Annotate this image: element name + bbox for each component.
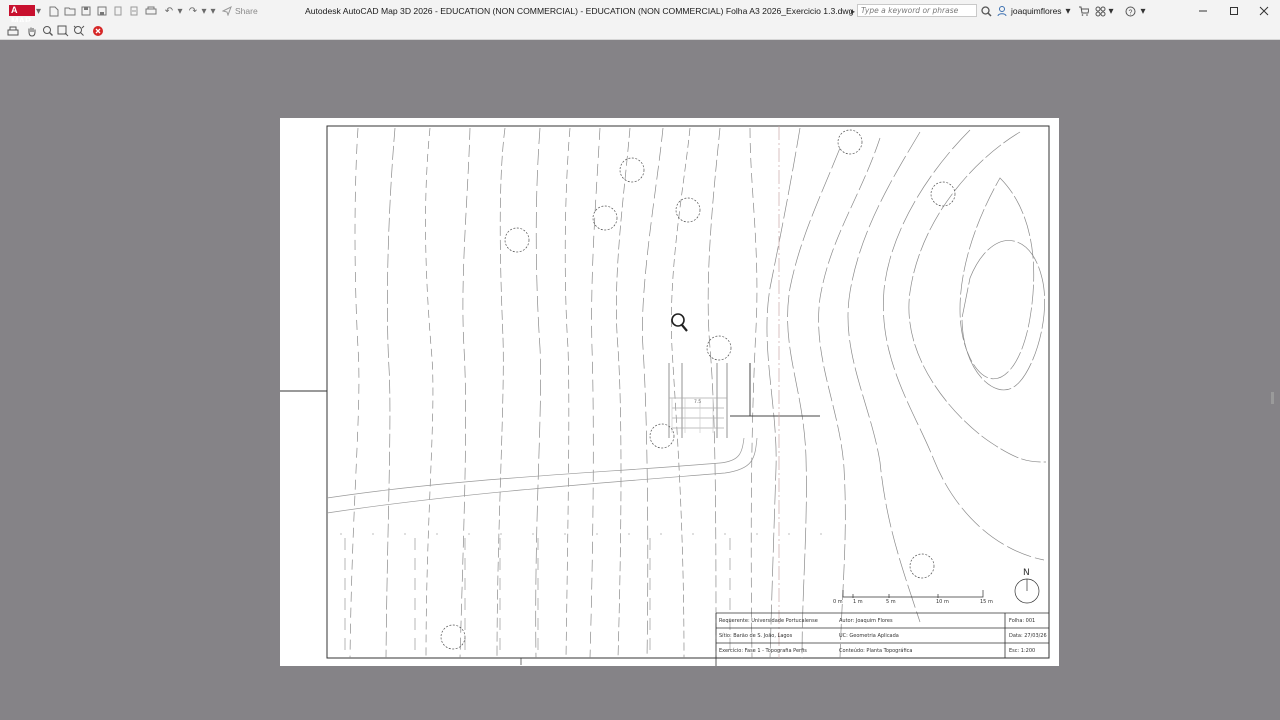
chevron-down-icon[interactable]: ▾ — [36, 4, 41, 18]
username-label[interactable]: joaquimflores — [1011, 6, 1062, 16]
customize-dropdown-icon[interactable]: ▾ — [209, 4, 217, 18]
share-button[interactable]: Share — [235, 6, 258, 16]
zoom-icon[interactable] — [41, 24, 55, 38]
zoom-window-icon[interactable] — [56, 24, 70, 38]
scale-label-1: 1 m — [853, 599, 863, 605]
title-block-cell: Exercício: Fase 1 - Topografia Perfis — [719, 647, 807, 654]
save-as-icon[interactable] — [96, 4, 108, 18]
title-block-cell: Folha: 001 — [1009, 618, 1035, 624]
undo-icon[interactable]: ↶ — [162, 4, 176, 18]
redo-dropdown-icon[interactable]: ▾ — [200, 4, 208, 18]
help-dropdown-icon[interactable]: ▾ — [1139, 4, 1147, 18]
undo-dropdown-icon[interactable]: ▾ — [176, 4, 184, 18]
save-web-icon[interactable] — [128, 4, 140, 18]
drawing-canvas: 7.5 0 m 1 m 5 m 10 m 15 m N Requerente: … — [280, 125, 1050, 666]
search-input[interactable]: Type a keyword or phrase — [857, 4, 977, 17]
window-title: Autodesk AutoCAD Map 3D 2026 - EDUCATION… — [305, 6, 854, 16]
zoom-extents-icon[interactable] — [72, 24, 86, 38]
zoom-cursor-icon — [671, 313, 688, 332]
scale-label-15: 15 m — [980, 599, 993, 605]
save-icon[interactable] — [80, 4, 92, 18]
apps-dropdown-icon[interactable]: ▾ — [1107, 4, 1115, 18]
plot-preview-sheet[interactable]: 7.5 0 m 1 m 5 m 10 m 15 m N Requerente: … — [280, 118, 1059, 666]
open-file-icon[interactable] — [63, 4, 77, 18]
close-icon[interactable] — [1258, 4, 1270, 18]
cart-icon[interactable] — [1077, 4, 1089, 18]
title-block-cell: Sítio: Barão de S. João, Lagos — [719, 632, 793, 639]
chevron-right-icon[interactable]: ▸ — [849, 4, 857, 18]
maximize-icon[interactable] — [1228, 4, 1240, 18]
search-icon[interactable] — [980, 4, 992, 18]
scale-label-10: 10 m — [936, 599, 949, 605]
title-block-cell: Autor: Joaquim Flores — [839, 618, 893, 624]
pan-icon[interactable] — [25, 24, 39, 38]
scale-label-0: 0 m — [833, 599, 843, 605]
title-bar: A MAP ▾ ↶ ▾ ↷ ▾ ▾ Share Autodesk AutoCAD… — [0, 0, 1280, 26]
open-web-icon[interactable] — [112, 4, 124, 18]
plot-icon[interactable] — [144, 4, 158, 18]
user-icon[interactable] — [996, 4, 1008, 18]
title-block-cell: UC: Geometria Aplicada — [839, 633, 899, 639]
vertical-scrollbar[interactable] — [1271, 392, 1274, 404]
new-file-icon[interactable] — [48, 4, 60, 18]
minimize-icon[interactable] — [1197, 4, 1209, 18]
title-block-cell: Data: 27/03/26 — [1009, 633, 1047, 639]
scale-label-5: 5 m — [886, 599, 896, 605]
print-icon[interactable] — [6, 24, 20, 38]
share-icon[interactable] — [221, 4, 233, 18]
north-label: N — [1023, 568, 1030, 578]
help-icon[interactable]: ? — [1124, 4, 1137, 18]
apps-icon[interactable] — [1094, 4, 1106, 18]
title-block-cell: Esc: 1:200 — [1009, 648, 1035, 654]
title-block-cell: Conteúdo: Planta Topográfica — [839, 647, 912, 654]
redo-icon[interactable]: ↷ — [186, 4, 200, 18]
preview-toolbar — [0, 22, 1280, 40]
svg-text:?: ? — [1129, 9, 1133, 16]
close-preview-icon[interactable] — [91, 24, 105, 38]
building-label: 7.5 — [694, 399, 701, 405]
application-menu-button[interactable]: A MAP — [9, 5, 35, 26]
title-block-cell: Requerente: Universidade Portucalense — [719, 618, 818, 624]
user-dropdown-icon[interactable]: ▾ — [1064, 4, 1072, 18]
